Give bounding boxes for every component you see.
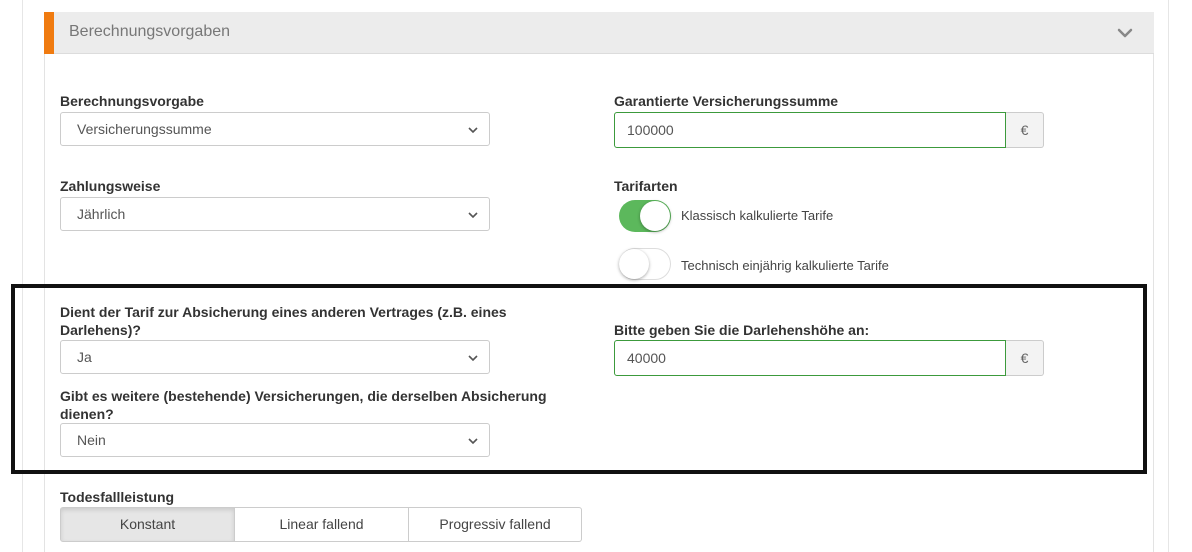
- toggle-knob: [619, 249, 649, 279]
- klassisch-toggle[interactable]: [619, 200, 671, 232]
- versicherungssumme-input[interactable]: 100000: [614, 112, 1006, 148]
- outer-right-border: [1168, 0, 1169, 552]
- zahlungsweise-select[interactable]: Jährlich: [60, 197, 490, 231]
- toggle-knob: [640, 201, 670, 231]
- berechnungsvorgabe-label: Berechnungsvorgabe: [60, 93, 204, 109]
- einjaehrig-toggle-label: Technisch einjährig kalkulierte Tarife: [681, 258, 889, 273]
- chevron-down-icon: [468, 127, 478, 134]
- konstant-button[interactable]: Konstant: [60, 507, 235, 542]
- chevron-down-icon[interactable]: [1116, 24, 1134, 42]
- einjaehrig-toggle[interactable]: [619, 248, 671, 280]
- linear-fallend-button[interactable]: Linear fallend: [235, 507, 409, 542]
- berechnungsvorgabe-value: Versicherungssumme: [77, 121, 212, 137]
- highlight-box: [11, 284, 1147, 474]
- euro-addon: €: [1006, 112, 1044, 148]
- berechnungsvorgabe-select[interactable]: Versicherungssumme: [60, 112, 490, 146]
- panel-accent-bar: [44, 12, 54, 54]
- panel-header[interactable]: Berechnungsvorgaben: [44, 12, 1154, 54]
- todesfall-label: Todesfallleistung: [60, 489, 175, 505]
- todesfall-button-group: Konstant Linear fallend Progressiv falle…: [60, 507, 582, 542]
- chevron-down-icon: [468, 212, 478, 219]
- versicherungssumme-value: 100000: [627, 122, 674, 138]
- zahlungsweise-label: Zahlungsweise: [60, 178, 161, 194]
- versicherungssumme-label: Garantierte Versicherungssumme: [614, 93, 839, 109]
- progressiv-fallend-button[interactable]: Progressiv fallend: [409, 507, 582, 542]
- zahlungsweise-value: Jährlich: [77, 206, 126, 222]
- versicherungssumme-group: 100000 €: [614, 112, 1044, 148]
- panel-title: Berechnungsvorgaben: [69, 23, 231, 40]
- klassisch-toggle-label: Klassisch kalkulierte Tarife: [681, 208, 834, 223]
- tarifarten-label: Tarifarten: [614, 178, 678, 194]
